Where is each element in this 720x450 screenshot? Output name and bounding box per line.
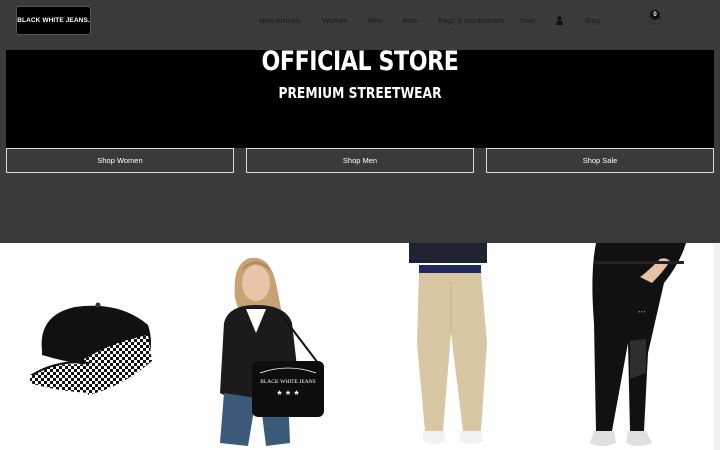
hero-title: OFFICIAL STORE [261, 46, 459, 77]
shop-men-button[interactable]: Shop Men [246, 148, 474, 173]
nav-new-arrivals[interactable]: New Arrivals [259, 15, 301, 27]
hero-subtitle: PREMIUM STREETWEAR [278, 84, 442, 102]
product-image-leggings[interactable]: ⋆⋆⋆ [568, 243, 693, 450]
nav-bags-accessories[interactable]: Bags & Accessories [438, 15, 504, 27]
product-image-chinos[interactable] [405, 243, 495, 450]
page-scrollbar[interactable] [714, 243, 720, 450]
svg-text:⋆⋆⋆: ⋆⋆⋆ [638, 309, 646, 314]
site-header: BLACK WHITE JEANS. New Arrivals Women Me… [0, 0, 720, 50]
product-image-model-bag[interactable]: BLACK WHITE JEANS ★ ★ ★ [210, 243, 335, 450]
site-logo[interactable]: BLACK WHITE JEANS. [16, 6, 91, 35]
bag-print-text: BLACK WHITE JEANS [260, 379, 316, 385]
shop-sale-button[interactable]: Shop Sale [486, 148, 714, 173]
shop-women-button[interactable]: Shop Women [6, 148, 234, 173]
nav-sale[interactable]: Sale [520, 15, 535, 27]
product-grid: BLACK WHITE JEANS ★ ★ ★ ⋆⋆⋆ [0, 243, 720, 450]
cart-count-badge: 0 [650, 10, 660, 20]
nav-men[interactable]: Men [368, 15, 383, 27]
svg-text:★ ★ ★: ★ ★ ★ [276, 389, 299, 397]
nav-women[interactable]: Women [322, 15, 348, 27]
user-icon[interactable] [556, 16, 563, 25]
nav-kids[interactable]: Kids [403, 15, 418, 27]
product-image-cap[interactable] [20, 243, 160, 450]
nav-blog[interactable]: Blog [585, 15, 600, 27]
